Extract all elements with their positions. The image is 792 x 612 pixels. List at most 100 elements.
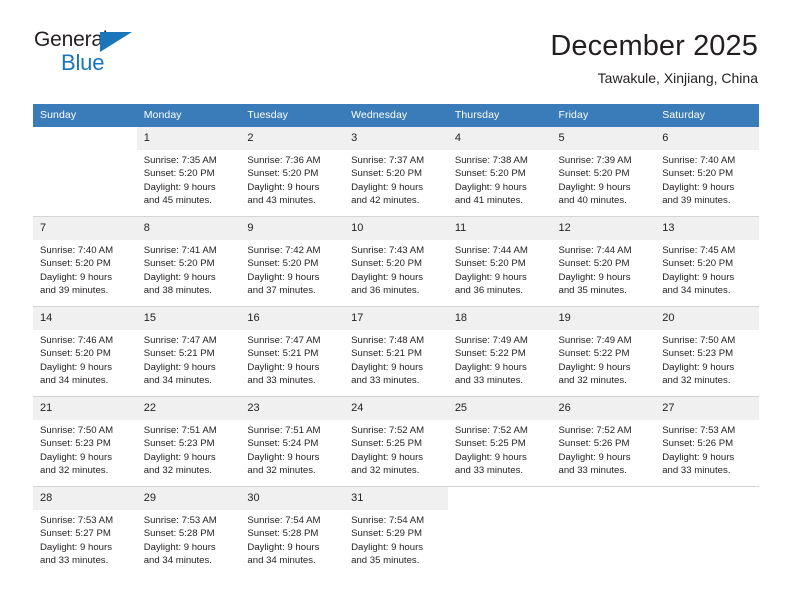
day-details: Sunrise: 7:41 AM Sunset: 5:20 PM Daylight:… [137,240,241,297]
calendar-day-cell[interactable]: 2 Sunrise: 7:36 AM Sunset: 5:20 PM Daylight… [240,127,345,217]
day-details: Sunrise: 7:53 AM Sunset: 5:27 PM Daylight:… [33,510,137,567]
day-detail-line: Sunrise: 7:48 AM [351,335,425,346]
day-detail-line: Daylight: 9 hours [351,541,424,553]
day-detail-line: Daylight: 9 hours [454,451,527,463]
day-number: 23 [240,397,345,420]
day-detail-line: Sunrise: 7:42 AM [247,245,321,256]
day-details: Sunrise: 7:53 AM Sunset: 5:26 PM Daylight:… [655,420,759,477]
calendar-day-cell[interactable]: 11 Sunrise: 7:44 AM Sunset: 5:20 PM Dayligh… [447,216,552,307]
day-detail-line: Sunrise: 7:49 AM [558,335,632,346]
day-detail-line: Sunset: 5:29 PM [351,528,423,540]
calendar-day-cell[interactable]: 1 Sunrise: 7:35 AM Sunset: 5:20 PM Daylight… [136,127,241,217]
day-detail-line: Sunrise: 7:49 AM [454,335,528,346]
day-details: Sunrise: 7:38 AM Sunset: 5:20 PM Daylight:… [448,150,552,207]
calendar-day-cell[interactable]: 6 Sunrise: 7:40 AM Sunset: 5:20 PM Daylight… [655,127,759,217]
day-details: Sunrise: 7:49 AM Sunset: 5:22 PM Daylight:… [552,330,656,387]
day-number: 8 [136,217,241,240]
day-number: 9 [240,217,345,240]
day-detail-line: Sunset: 5:28 PM [247,528,319,540]
day-detail-line: Daylight: 9 hours [351,271,424,283]
day-number: 28 [33,487,137,510]
day-detail-line: Daylight: 9 hours [143,451,216,463]
general-blue-logo[interactable]: General Blue [34,28,146,80]
day-detail-line: Daylight: 9 hours [40,271,112,283]
day-number: 3 [344,127,448,150]
day-detail-line: and 35 minutes. [351,554,420,566]
calendar-page: General Blue December 2025 Tawakule, Xin… [0,0,792,612]
day-detail-line: Sunrise: 7:46 AM [40,335,114,346]
calendar-day-cell[interactable]: 13 Sunrise: 7:45 AM Sunset: 5:20 PM Dayligh… [655,216,759,307]
calendar-day-cell[interactable]: 12 Sunrise: 7:44 AM Sunset: 5:20 PM Dayligh… [551,216,656,307]
day-detail-line: Sunrise: 7:36 AM [247,155,321,166]
calendar-day-cell[interactable]: 3 Sunrise: 7:37 AM Sunset: 5:20 PM Daylight… [344,127,448,217]
calendar-day-cell[interactable]: 5 Sunrise: 7:39 AM Sunset: 5:20 PM Daylight… [551,127,656,217]
calendar-day-cell[interactable]: 18 Sunrise: 7:49 AM Sunset: 5:22 PM Dayligh… [447,306,552,397]
logo-text-general: General [34,28,108,51]
calendar-day-cell[interactable]: 20 Sunrise: 7:50 AM Sunset: 5:23 PM Dayligh… [655,306,759,397]
day-details: Sunrise: 7:52 AM Sunset: 5:25 PM Daylight:… [344,420,448,477]
day-detail-line: Daylight: 9 hours [662,451,735,463]
calendar-day-cell[interactable]: 22 Sunrise: 7:51 AM Sunset: 5:23 PM Dayligh… [136,396,241,487]
day-detail-line: Sunrise: 7:52 AM [454,425,528,436]
calendar-week-row: 28 Sunrise: 7:53 AM Sunset: 5:27 PM Dayligh… [33,486,759,576]
day-detail-line: Sunrise: 7:47 AM [247,335,321,346]
day-detail-line: and 36 minutes. [454,284,524,296]
day-detail-line: and 33 minutes. [662,464,731,476]
day-detail-line: Sunrise: 7:43 AM [351,245,425,256]
calendar-day-cell[interactable]: 25 Sunrise: 7:52 AM Sunset: 5:25 PM Dayligh… [447,396,552,487]
day-number: 5 [551,127,656,150]
day-detail-line: Sunset: 5:20 PM [558,258,630,270]
calendar-day-cell[interactable]: 4 Sunrise: 7:38 AM Sunset: 5:20 PM Daylight… [447,127,552,217]
calendar-day-cell[interactable]: 19 Sunrise: 7:49 AM Sunset: 5:22 PM Dayligh… [551,306,656,397]
calendar-day-cell[interactable]: 8 Sunrise: 7:41 AM Sunset: 5:20 PM Daylight… [136,216,241,307]
day-detail-line: Sunrise: 7:50 AM [662,335,736,346]
day-details: Sunrise: 7:53 AM Sunset: 5:28 PM Daylight:… [137,510,241,567]
day-number: 22 [136,397,241,420]
calendar-day-cell[interactable]: 9 Sunrise: 7:42 AM Sunset: 5:20 PM Daylight… [240,216,345,307]
calendar-day-cell[interactable]: 27 Sunrise: 7:53 AM Sunset: 5:26 PM Dayligh… [655,396,759,487]
day-details: Sunrise: 7:51 AM Sunset: 5:23 PM Daylight:… [137,420,241,477]
calendar-day-cell[interactable]: 23 Sunrise: 7:51 AM Sunset: 5:24 PM Dayligh… [240,396,345,487]
calendar-day-cell[interactable]: 10 Sunrise: 7:43 AM Sunset: 5:20 PM Dayligh… [344,216,448,307]
day-detail-line: Sunrise: 7:40 AM [662,155,736,166]
calendar-day-cell[interactable]: 24 Sunrise: 7:52 AM Sunset: 5:25 PM Dayligh… [344,396,448,487]
calendar-day-cell[interactable]: 21 Sunrise: 7:50 AM Sunset: 5:23 PM Dayligh… [33,396,137,487]
calendar-day-cell[interactable]: 26 Sunrise: 7:52 AM Sunset: 5:26 PM Dayligh… [551,396,656,487]
calendar-day-cell[interactable]: 17 Sunrise: 7:48 AM Sunset: 5:21 PM Dayligh… [344,306,448,397]
page-title: December 2025 [550,30,758,62]
day-details: Sunrise: 7:50 AM Sunset: 5:23 PM Daylight:… [33,420,137,477]
day-detail-line: and 38 minutes. [143,284,212,296]
calendar-day-cell[interactable]: 15 Sunrise: 7:47 AM Sunset: 5:21 PM Dayligh… [136,306,241,397]
calendar-day-cell[interactable]: 29 Sunrise: 7:53 AM Sunset: 5:28 PM Dayligh… [136,486,241,576]
calendar-day-cell[interactable]: 16 Sunrise: 7:47 AM Sunset: 5:21 PM Dayligh… [240,306,345,397]
day-detail-line: and 39 minutes. [40,284,109,296]
day-detail-line: and 32 minutes. [351,464,420,476]
calendar-day-cell[interactable]: 30 Sunrise: 7:54 AM Sunset: 5:28 PM Dayligh… [240,486,345,576]
day-number: 25 [447,397,552,420]
calendar-week-row: 7 Sunrise: 7:40 AM Sunset: 5:20 PM Daylight… [33,216,759,307]
day-detail-line: Sunrise: 7:51 AM [143,425,217,436]
day-detail-line: Daylight: 9 hours [351,361,424,373]
day-details: Sunrise: 7:47 AM Sunset: 5:21 PM Daylight:… [137,330,241,387]
day-details: Sunrise: 7:51 AM Sunset: 5:24 PM Daylight:… [240,420,344,477]
day-detail-line: Daylight: 9 hours [662,181,735,193]
day-detail-line: and 33 minutes. [454,464,524,476]
day-detail-line: and 36 minutes. [351,284,420,296]
calendar-table: Sunday Monday Tuesday Wednesday Thursday Frid… [33,104,759,576]
calendar-day-cell[interactable]: 14 Sunrise: 7:46 AM Sunset: 5:20 PM Dayligh… [33,306,137,397]
calendar-day-cell[interactable]: 7 Sunrise: 7:40 AM Sunset: 5:20 PM Daylight… [33,216,137,307]
day-detail-line: Daylight: 9 hours [143,271,216,283]
calendar-day-cell[interactable]: 31 Sunrise: 7:54 AM Sunset: 5:29 PM Dayligh… [344,486,448,576]
day-number: 21 [33,397,137,420]
day-detail-line: Sunset: 5:20 PM [351,258,423,270]
day-detail-line: and 32 minutes. [247,464,316,476]
calendar-day-cell[interactable]: 28 Sunrise: 7:53 AM Sunset: 5:27 PM Dayligh… [33,486,137,576]
day-number: 19 [551,307,656,330]
weekday-header-thursday: Thursday [447,104,552,127]
day-number: 15 [136,307,241,330]
day-detail-line: Sunrise: 7:41 AM [143,245,217,256]
day-detail-line: and 41 minutes. [454,194,524,206]
page-subtitle: Tawakule, Xinjiang, China [597,70,758,86]
day-details: Sunrise: 7:49 AM Sunset: 5:22 PM Daylight:… [448,330,552,387]
day-detail-line: and 34 minutes. [662,284,731,296]
